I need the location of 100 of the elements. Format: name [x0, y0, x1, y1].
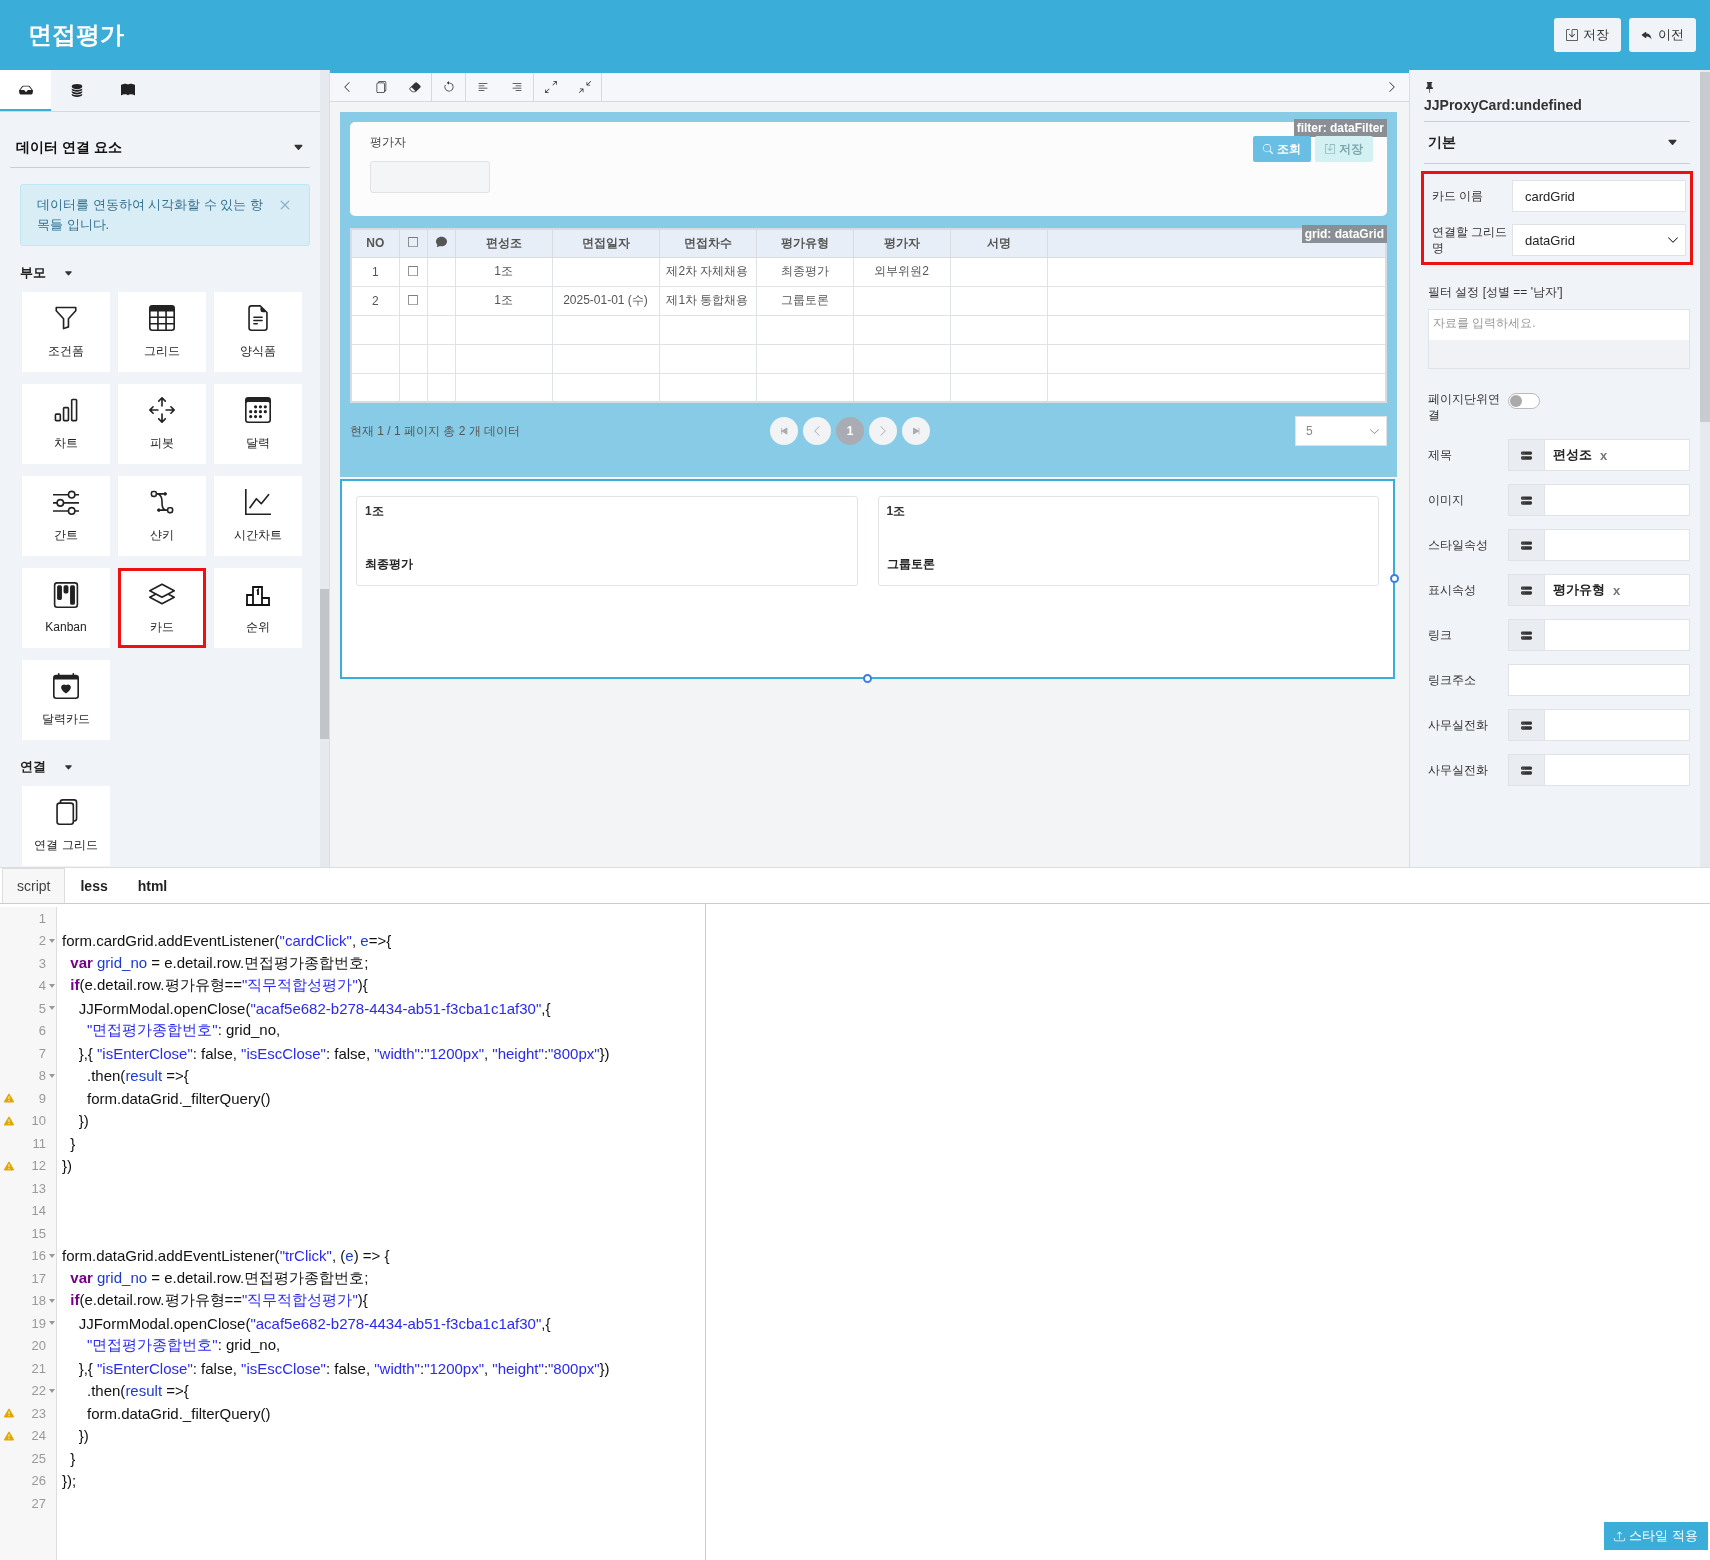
panel-title: JJProxyCard:undefined	[1424, 93, 1690, 122]
binding-field[interactable]	[1508, 529, 1690, 561]
component-tile[interactable]: 달력	[214, 384, 302, 464]
component-tile[interactable]: 그리드	[118, 292, 206, 372]
save-button[interactable]: 저장	[1554, 18, 1621, 52]
binding-field[interactable]	[1508, 484, 1690, 516]
line-number: 2	[37, 933, 46, 949]
caret-icon[interactable]	[293, 142, 304, 153]
select-field[interactable]: dataGrid	[1512, 224, 1686, 256]
field-picker-button[interactable]	[1509, 620, 1545, 650]
binding-field[interactable]	[1508, 709, 1690, 741]
editor-tab[interactable]: html	[122, 868, 183, 903]
resize-handle[interactable]	[1390, 574, 1399, 583]
search-icon	[1263, 144, 1273, 154]
component-tile[interactable]: 순위	[214, 568, 302, 648]
checkbox-icon[interactable]	[408, 294, 418, 305]
input-field[interactable]: cardGrid	[1512, 180, 1686, 212]
column-header[interactable]: 평가자	[853, 229, 950, 257]
field-picker-button[interactable]	[1509, 440, 1545, 470]
expand-icon	[545, 81, 557, 93]
line-number: 9	[37, 1090, 46, 1106]
code-line: "면접평가종합번호": grid_no,	[86, 1021, 281, 1041]
caret-icon[interactable]	[64, 762, 73, 772]
previous-page-button[interactable]	[803, 417, 831, 445]
fold-icon[interactable]	[49, 1073, 55, 1078]
line-number: 13	[30, 1180, 46, 1196]
toggle-switch[interactable]	[1508, 393, 1540, 409]
column-header[interactable]: NO	[351, 229, 399, 257]
field-picker-button[interactable]	[1509, 710, 1545, 740]
code-line: })	[62, 1157, 72, 1175]
next-page-button[interactable]	[869, 417, 897, 445]
checkbox-icon[interactable]	[408, 237, 418, 248]
column-header[interactable]	[399, 229, 427, 257]
column-header[interactable]: 평가유형	[756, 229, 853, 257]
component-tile[interactable]: 조건폼	[22, 292, 110, 372]
component-tag: filter: dataFilter	[1293, 119, 1387, 137]
table-cell: 제1차 통합채용	[659, 286, 756, 315]
scrollbar-thumb[interactable]	[320, 589, 329, 739]
fold-icon[interactable]	[49, 938, 55, 943]
component-tile[interactable]: 샨키	[118, 476, 206, 556]
align-right-icon	[510, 81, 523, 93]
caret-icon[interactable]	[1667, 137, 1678, 148]
kanban-icon	[53, 582, 79, 608]
fold-icon[interactable]	[49, 983, 55, 988]
checkbox-icon[interactable]	[408, 265, 418, 276]
component-tile[interactable]: Kanban	[22, 568, 110, 648]
field-label: 평가자	[370, 134, 406, 151]
binding-field[interactable]: 편성조 x	[1508, 439, 1690, 471]
scrollbar-thumb[interactable]	[1700, 72, 1710, 422]
code-line: });	[62, 1472, 77, 1490]
component-tile[interactable]: 양식폼	[214, 292, 302, 372]
code-line: var grid_no = e.detail.row.면접평가종합번호;	[69, 1268, 369, 1288]
panel-tab[interactable]	[0, 70, 51, 111]
caret-icon[interactable]	[64, 268, 73, 278]
column-header[interactable]: 면접차수	[659, 229, 756, 257]
sliders-icon	[53, 488, 79, 515]
fold-icon[interactable]	[49, 1006, 55, 1011]
column-header[interactable]	[427, 229, 455, 257]
component-tile[interactable]: 차트	[22, 384, 110, 464]
table-cell: 최종평가	[756, 257, 853, 286]
field-picker-button[interactable]	[1509, 575, 1545, 605]
component-tile[interactable]: 피봇	[118, 384, 206, 464]
data-card[interactable]: 1조 그룹토론	[877, 496, 1379, 586]
last-page-button[interactable]	[902, 417, 930, 445]
property-label: 이미지	[1428, 492, 1465, 508]
binding-field[interactable]	[1508, 754, 1690, 786]
resize-handle[interactable]	[862, 674, 872, 683]
component-tile[interactable]: 카드	[118, 568, 206, 648]
fold-icon[interactable]	[49, 1321, 55, 1326]
fold-icon[interactable]	[49, 1388, 55, 1393]
component-tile[interactable]: 시간차트	[214, 476, 302, 556]
pin-icon[interactable]	[1424, 82, 1435, 93]
fold-icon[interactable]	[49, 1253, 55, 1258]
code-editor[interactable]	[0, 904, 706, 1560]
input-field[interactable]	[370, 161, 490, 193]
column-header[interactable]: 편성조	[455, 229, 552, 257]
collapse-icon	[578, 81, 591, 93]
back-button[interactable]: 이전	[1629, 18, 1696, 52]
input-field[interactable]	[1508, 664, 1690, 696]
binding-field[interactable]	[1508, 619, 1690, 651]
data-card[interactable]: 1조 최종평가	[356, 496, 858, 586]
component-tile[interactable]: 연결 그리드	[22, 786, 110, 866]
editor-tab[interactable]: less	[65, 868, 123, 903]
binding-field[interactable]: 평가유형 x	[1508, 574, 1690, 606]
field-picker-button[interactable]	[1509, 530, 1545, 560]
page-size-select[interactable]: 5	[1295, 416, 1387, 446]
field-picker-button[interactable]	[1509, 485, 1545, 515]
editor-tab[interactable]: script	[2, 868, 66, 903]
table-cell	[399, 344, 427, 373]
remove-button[interactable]: x	[1600, 447, 1608, 463]
column-header[interactable]: 서명	[950, 229, 1047, 257]
undo-icon	[442, 81, 455, 93]
column-header[interactable]: 면접일자	[552, 229, 659, 257]
component-tile[interactable]: 간트	[22, 476, 110, 556]
first-page-button[interactable]	[770, 417, 798, 445]
line-number: 24	[30, 1428, 46, 1444]
component-tile[interactable]: 달력카드	[22, 660, 110, 740]
remove-button[interactable]: x	[1613, 582, 1621, 598]
field-picker-button[interactable]	[1509, 755, 1545, 785]
fold-icon[interactable]	[49, 1298, 55, 1303]
